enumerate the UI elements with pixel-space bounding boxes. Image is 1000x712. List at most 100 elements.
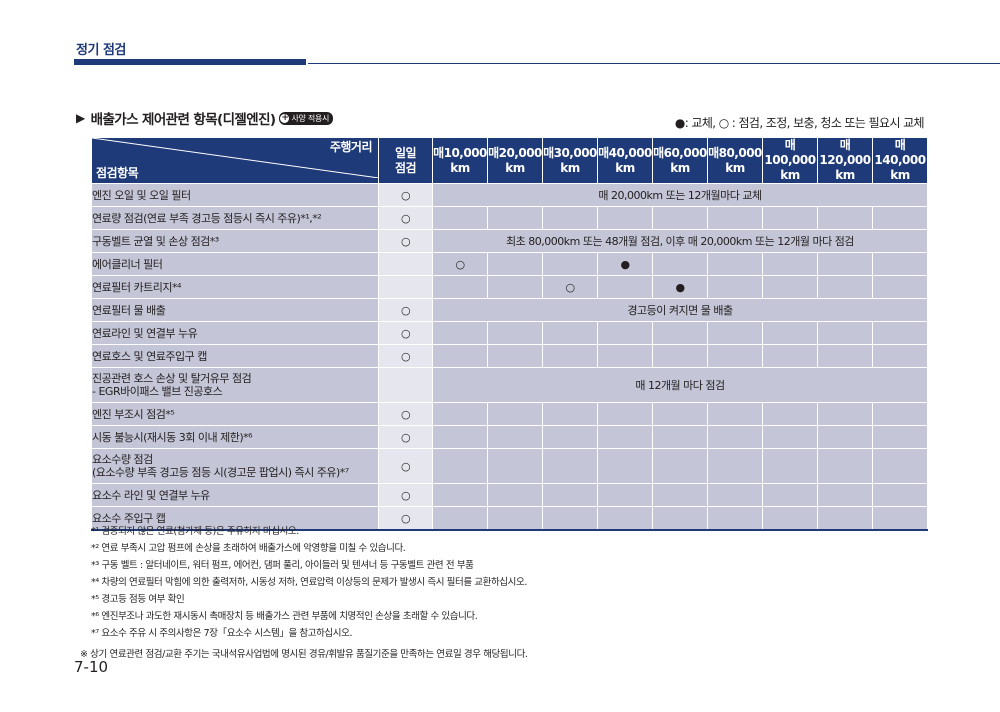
header-daily-check: 일일 점검: [378, 137, 433, 184]
row-interval-cell: [872, 506, 928, 531]
row-item-text: 요소수 라인 및 연결부 누유: [92, 488, 210, 502]
note-text: 엔진부조나 과도한 재시동시 촉매장치 등 배출가스 관련 부품에 치명적인 손…: [101, 611, 478, 622]
row-interval-cell: [817, 448, 873, 484]
row-interval-cell: [872, 321, 928, 345]
row-interval-cell: [652, 506, 708, 531]
note-text: 경고등 점등 여부 확인: [101, 594, 185, 605]
symbol-legend: ●: 교체, ○ : 점검, 조정, 보충, 청소 또는 필요시 교체: [674, 116, 925, 130]
row-item-text: 요소수량 점검: [92, 453, 153, 466]
row-interval-cell: [432, 402, 488, 426]
heading-title: 배출가스 제어관련 항목(디젤엔진): [90, 112, 276, 128]
row-item-label: 에어클리너 필터: [91, 252, 379, 276]
header-interval-unit: km: [780, 168, 800, 182]
row-interval-cell: [762, 506, 818, 531]
row-interval-cell: [597, 483, 653, 507]
row-interval-cell: [817, 321, 873, 345]
row-item-text: 연료호스 및 연료주입구 캡: [92, 349, 207, 363]
row-item-text: 에어클리너 필터: [92, 257, 163, 271]
row-item-label: 연료필터 카트리지*⁴: [91, 275, 379, 299]
row-interval-cell: [652, 252, 708, 276]
row-interval-cell: [707, 321, 763, 345]
row-interval-cell: [707, 402, 763, 426]
row-item-text: 엔진 부조시 점검*⁵: [92, 407, 175, 421]
row-interval-cell: [652, 344, 708, 368]
header-interval-distance: 매120,000: [819, 138, 871, 167]
row-daily-check: ○: [378, 206, 433, 230]
row-item-text: 시동 불능시(재시동 3회 이내 제한)*⁶: [92, 430, 253, 444]
table-header-row: 주행거리 점검항목 일일 점검 매10,000 km 매20,000 km 매30,00…: [91, 137, 928, 184]
row-interval-cell: [817, 483, 873, 507]
row-interval-cell: [597, 402, 653, 426]
row-interval-cell: ○: [432, 252, 488, 276]
header-interval-3: 매40,000 km: [597, 137, 653, 184]
footnote: ※ 상기 연료관련 점검/교환 주기는 국내석유사업법에 명시된 경유/휘발유 …: [80, 649, 528, 660]
note-item: *¹ 검증되지 않은 연료(첨가제 등)은 주유하지 마십시오.: [91, 523, 527, 540]
header-interval-0: 매10,000 km: [432, 137, 488, 184]
row-daily-check: ○: [378, 298, 433, 322]
row-item-label: 연료라인 및 연결부 누유: [91, 321, 379, 345]
row-interval-cell: [762, 425, 818, 449]
row-interval-cell: [542, 402, 598, 426]
row-interval-cell: [487, 252, 543, 276]
row-interval-cell: [762, 321, 818, 345]
table-row: 연료필터 물 배출 ○ 경고등이 켜지면 물 배출: [91, 298, 928, 322]
header-interval-distance: 매10,000: [433, 145, 487, 160]
table-row: 진공관련 호스 손상 및 탈거유무 점검 - EGR바이패스 밸브 진공호스 매 1…: [91, 367, 928, 403]
table-row: 요소수 라인 및 연결부 누유 ○: [91, 483, 928, 507]
row-interval-cell: [432, 448, 488, 484]
header-interval-2: 매30,000 km: [542, 137, 598, 184]
row-daily-check: ○: [378, 229, 433, 253]
row-interval-cell: [432, 483, 488, 507]
row-interval-cell: [762, 206, 818, 230]
row-item-text: 연료필터 물 배출: [92, 303, 166, 317]
header-interval-distance: 매30,000: [543, 145, 597, 160]
row-interval-cell: [652, 402, 708, 426]
row-daily-check: ○: [378, 321, 433, 345]
row-interval-cell: [707, 344, 763, 368]
note-mark: *⁶: [91, 611, 99, 622]
note-mark: *⁷: [91, 628, 99, 639]
row-interval-cell: [487, 344, 543, 368]
table-row: 연료라인 및 연결부 누유 ○: [91, 321, 928, 345]
row-interval-cell: [432, 344, 488, 368]
row-interval-cell: ●: [597, 252, 653, 276]
row-interval-cell: [762, 402, 818, 426]
row-interval-cell: [817, 425, 873, 449]
row-item-label: 시동 불능시(재시동 3회 이내 제한)*⁶: [91, 425, 379, 449]
row-interval-cell: [542, 483, 598, 507]
row-interval-cell: [597, 425, 653, 449]
header-interval-unit: km: [670, 160, 690, 175]
table-body: 엔진 오일 및 오일 필터 ○ 매 20,000km 또는 12개월마다 교체 연료량…: [91, 183, 928, 531]
row-interval-cell: [597, 275, 653, 299]
header-daily-line1: 일일: [394, 145, 417, 160]
row-interval-cell: [487, 483, 543, 507]
row-interval-cell: ○: [542, 275, 598, 299]
row-daily-check: [378, 252, 433, 276]
row-item-label: 연료필터 물 배출: [91, 298, 379, 322]
header-interval-unit: km: [615, 160, 635, 175]
note-text: 요소수 주유 시 주의사항은 7장「요소수 시스템」을 참고하십시오.: [101, 628, 353, 639]
row-item-text: 연료량 점검(연료 부족 경고등 점등시 즉시 주유)*¹,*²: [92, 211, 322, 225]
row-daily-check: [378, 367, 433, 403]
row-item-label: 연료량 점검(연료 부족 경고등 점등시 즉시 주유)*¹,*²: [91, 206, 379, 230]
row-interval-cell: [707, 206, 763, 230]
row-interval-cell: [762, 448, 818, 484]
row-interval-cell: [872, 344, 928, 368]
row-item-label: 엔진 부조시 점검*⁵: [91, 402, 379, 426]
row-interval-cell: [707, 425, 763, 449]
row-interval-cell: [542, 206, 598, 230]
row-item-label: 구동벨트 균열 및 손상 점검*³: [91, 229, 379, 253]
row-interval-cell: [762, 252, 818, 276]
header-interval-unit: km: [560, 160, 580, 175]
header-interval-4: 매60,000 km: [652, 137, 708, 184]
row-item-subtext: (요소수량 부족 경고등 점등 시(경고문 팝업시) 즉시 주유)*⁷: [92, 466, 349, 479]
header-interval-distance: 매40,000: [598, 145, 652, 160]
row-item-label: 연료호스 및 연료주입구 캡: [91, 344, 379, 368]
row-interval-cell: [817, 275, 873, 299]
row-interval-note: 최초 80,000km 또는 48개월 점검, 이후 매 20,000km 또는…: [432, 229, 928, 253]
row-interval-cell: [542, 252, 598, 276]
section-title: 정기 점검: [76, 43, 126, 58]
header-daily-line2: 점검: [394, 160, 417, 175]
table-row: 요소수량 점검 (요소수량 부족 경고등 점등 시(경고문 팝업시) 즉시 주유)…: [91, 448, 928, 484]
row-interval-cell: [817, 402, 873, 426]
